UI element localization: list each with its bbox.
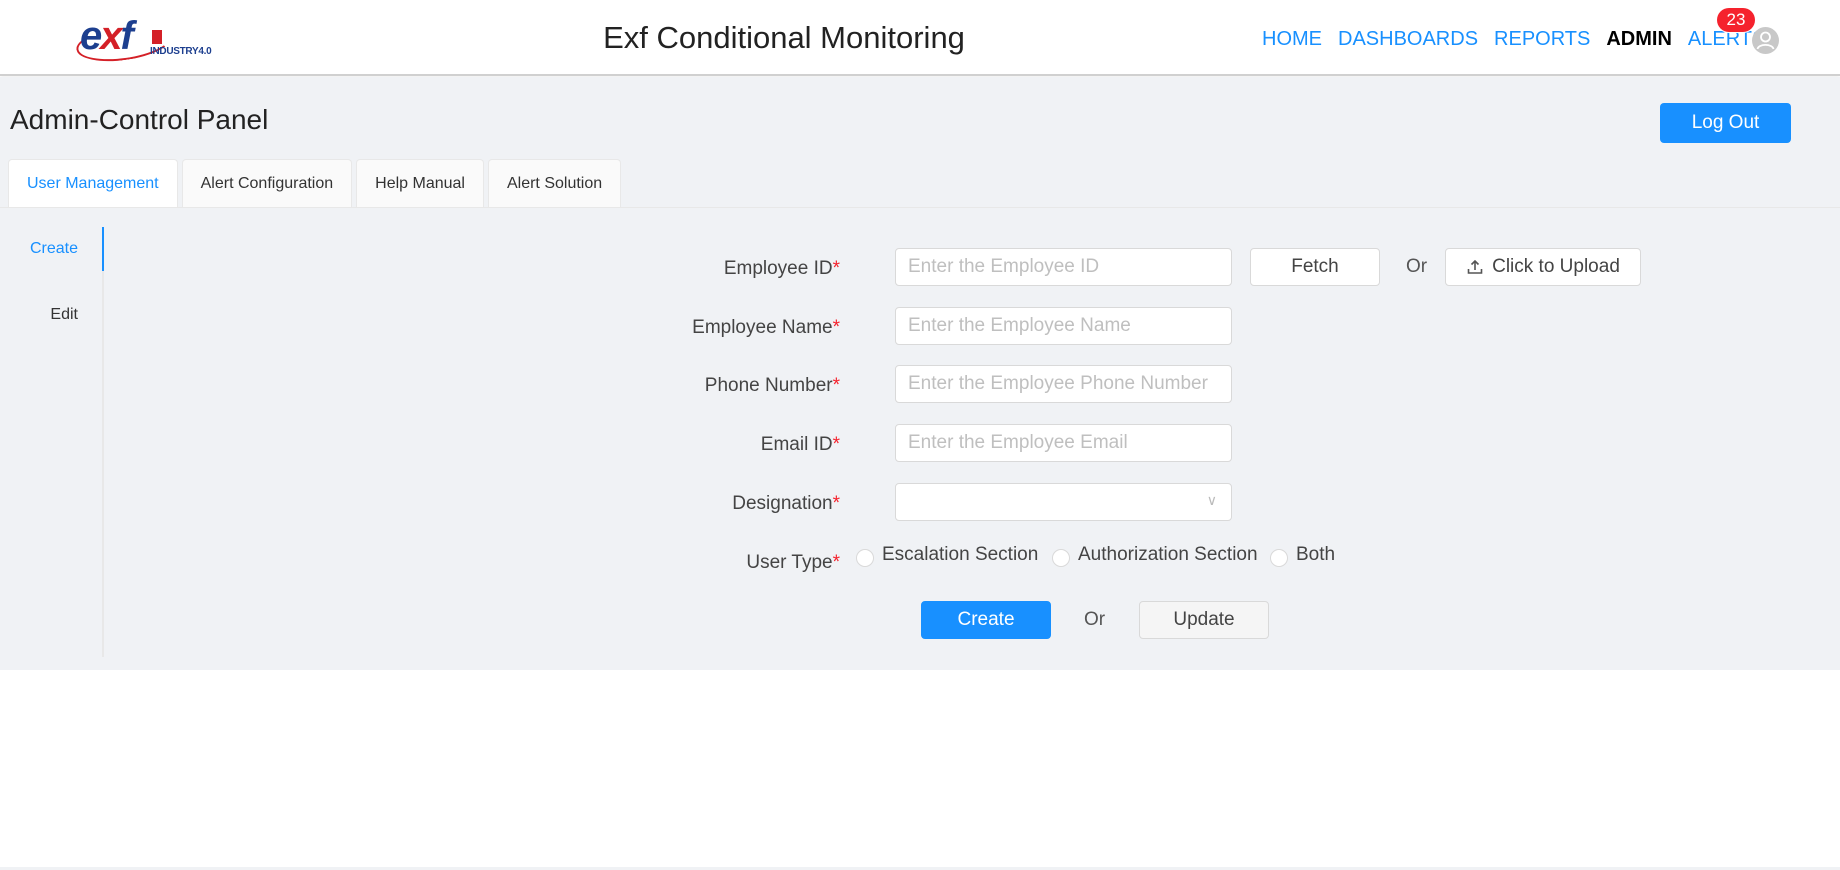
designation-label: Designation* [732, 493, 840, 514]
employee-id-input[interactable] [895, 248, 1232, 286]
nav-admin[interactable]: ADMIN [1606, 28, 1672, 51]
admin-panel: Admin-Control Panel Log Out User Managem… [0, 77, 1840, 670]
nav-dashboards[interactable]: DASHBOARDS [1338, 28, 1478, 51]
logout-button[interactable]: Log Out [1660, 103, 1791, 143]
radio-circle[interactable] [1052, 549, 1070, 567]
employee-id-row: Employee ID* [0, 248, 840, 288]
user-type-row: User Type* [0, 542, 840, 582]
email-id-label: Email ID* [760, 434, 840, 455]
upload-label: Click to Upload [1492, 256, 1620, 277]
designation-row: Designation* [0, 483, 840, 523]
radio-circle[interactable] [856, 549, 874, 567]
main-nav: HOME DASHBOARDS REPORTS ADMIN ALERTS [1262, 28, 1765, 51]
employee-id-label: Employee ID* [723, 258, 840, 279]
email-id-row: Email ID* [0, 424, 840, 464]
update-button[interactable]: Update [1139, 601, 1269, 639]
tab-help-manual[interactable]: Help Manual [356, 159, 484, 208]
radio-escalation-section[interactable]: Escalation Section [856, 543, 1038, 567]
tab-user-management[interactable]: User Management [8, 159, 178, 208]
or-text: Or [1084, 609, 1106, 630]
nav-home[interactable]: HOME [1262, 28, 1322, 51]
radio-authorization-section[interactable]: Authorization Section [1052, 543, 1258, 567]
nav-reports[interactable]: REPORTS [1494, 28, 1590, 51]
upload-icon [1467, 259, 1483, 274]
tab-alert-solution[interactable]: Alert Solution [487, 159, 622, 208]
page-title: Admin-Control Panel [10, 104, 269, 135]
radio-circle[interactable] [1270, 549, 1288, 567]
tab-alert-configuration[interactable]: Alert Configuration [181, 159, 353, 208]
employee-name-input[interactable] [895, 307, 1232, 345]
email-id-input[interactable] [895, 424, 1232, 462]
user-avatar[interactable] [1752, 27, 1779, 54]
upload-button[interactable]: Click to Upload [1445, 248, 1641, 286]
top-header: exf INDUSTRY4.0 Exf Conditional Monitori… [0, 0, 1840, 76]
designation-select[interactable]: ∨ [895, 483, 1232, 521]
create-button[interactable]: Create [921, 601, 1051, 639]
phone-number-input[interactable] [895, 365, 1232, 403]
or-text: Or [1406, 256, 1428, 277]
alerts-count-badge: 23 [1717, 8, 1755, 32]
radio-both[interactable]: Both [1270, 543, 1335, 567]
phone-number-label: Phone Number* [704, 375, 840, 396]
user-type-label: User Type* [746, 552, 840, 573]
admin-tabs: User Management Alert Configuration Help… [8, 159, 622, 208]
tab-divider [0, 207, 1840, 208]
phone-number-row: Phone Number* [0, 365, 840, 405]
fetch-button[interactable]: Fetch [1250, 248, 1380, 286]
chevron-down-icon: ∨ [1206, 492, 1217, 508]
employee-name-row: Employee Name* [0, 307, 840, 347]
employee-name-label: Employee Name* [692, 317, 840, 338]
user-icon [1756, 31, 1775, 50]
